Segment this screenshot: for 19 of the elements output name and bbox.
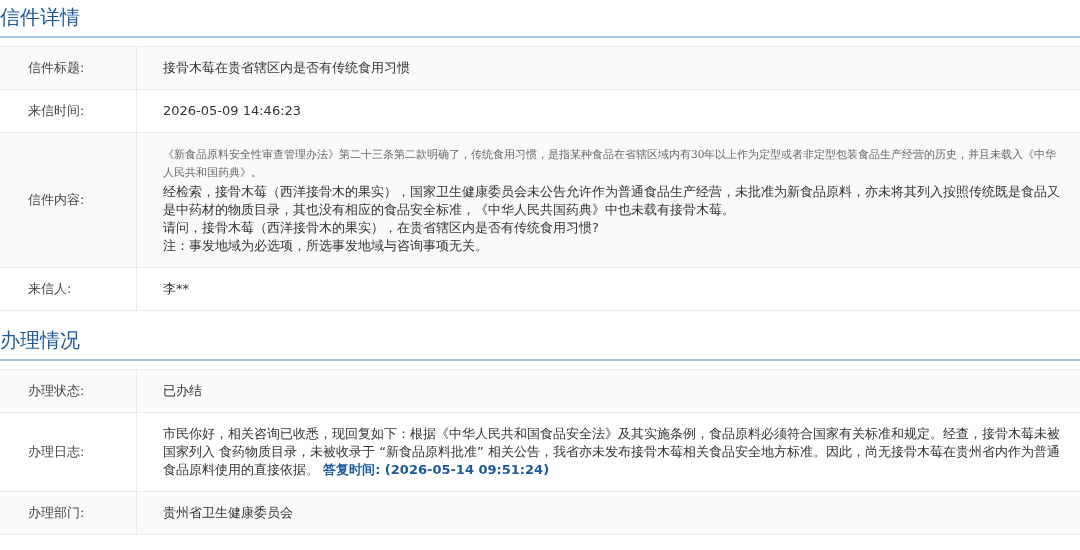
- field-value: 注：事发地域为必选项，所选事发地域与咨询事项无关。: [163, 237, 489, 255]
- field-value: 李**: [163, 280, 190, 298]
- section-title: 办理情况: [0, 325, 1080, 361]
- field-label: 来信时间:: [0, 90, 137, 132]
- field-label: 信件内容:: [0, 133, 137, 267]
- field-label: 办理状态:: [0, 370, 137, 412]
- field-value: 经检索，接骨木莓（西洋接骨木的果实），国家卫生健康委员会未公告允许作为普通食品生产经营，未批准为新食品原料，亦未将其列入按照传统既是食品又是中药材的物质目录，其也没有相应的食品安全标准，《中华人民共国药典》中也未载有接骨木莓。: [163, 183, 1061, 219]
- field-value: 市民你好，相关咨询已收悉，现回复如下：根据《中华人民共和国食品安全法》及其实施条例，食品原料必须符合国家有关标准和规定。经查，接骨木莓未被国家列入 食药物质目录，未被收录于 “新食品原料批准” 相关公告，我省亦未发布接骨木莓相关食品安全地方标准。因此，尚无接骨木莓在贵州省内作为普通食品原料使用的直接依据。 答复时间: (2026-05-14 09:51:24): [163, 425, 1061, 479]
- quoted-paragraph: 《新食品原料安全性审查管理办法》第二十三条第二款明确了，传统食用习惯，是指某种食品在省辖区域内有30年以上作为定型或者非定型包装食品生产经营的历史，并且未载入《中华人民共和国药典》。: [163, 147, 1058, 180]
- field-label: 信件标题:: [0, 47, 137, 89]
- field-label: 来信人:: [0, 268, 137, 310]
- field-value: 接骨木莓在贵省辖区内是否有传统食用习惯: [163, 59, 411, 77]
- field-value: 2026-05-09 14:46:23: [163, 102, 303, 120]
- field-label: 办理日志:: [0, 413, 137, 491]
- field-value: 贵州省卫生健康委员会: [163, 504, 294, 522]
- field-label: 办理部门:: [0, 492, 137, 534]
- field-value: 请问，接骨木莓（西洋接骨木的果实），在贵省辖区内是否有传统食用习惯?: [163, 219, 600, 237]
- section-title: 信件详情: [0, 2, 1080, 38]
- field-value: 已办结: [163, 382, 203, 400]
